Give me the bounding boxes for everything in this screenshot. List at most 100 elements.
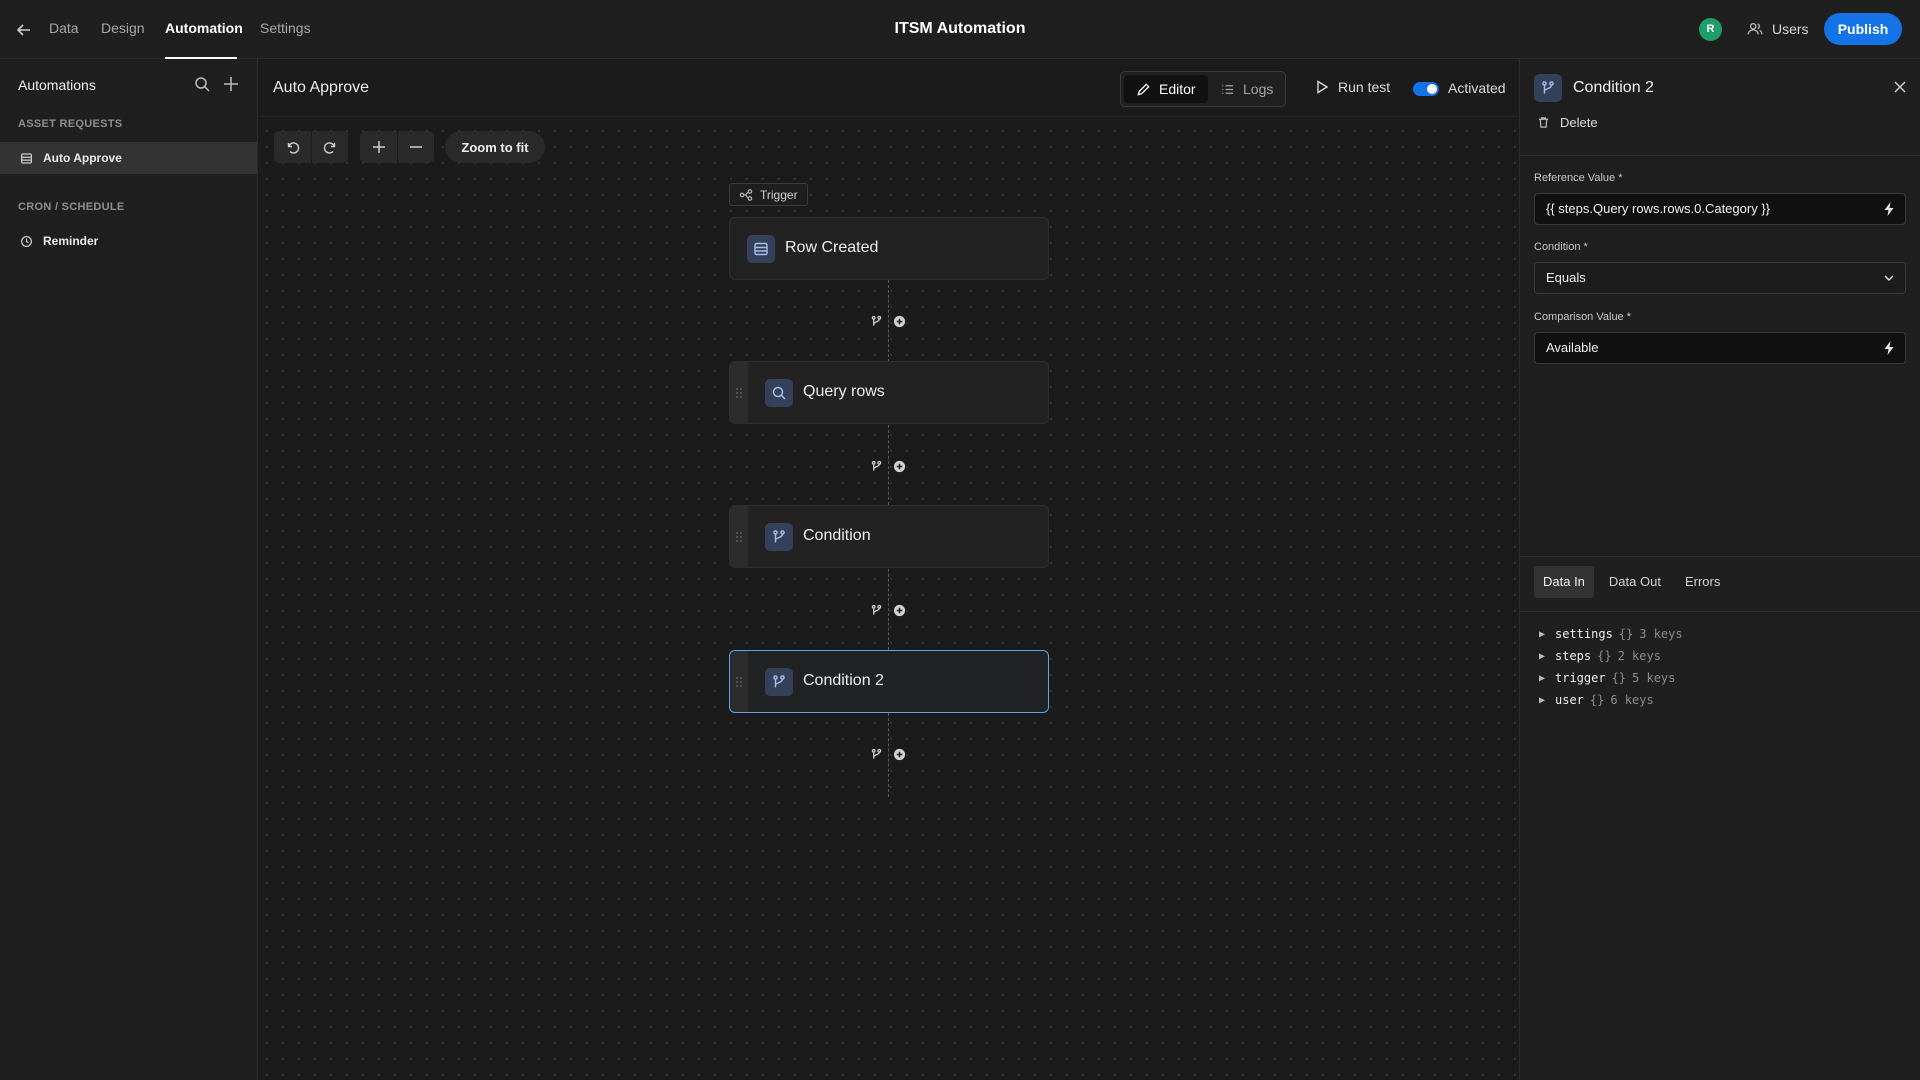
logs-label: Logs	[1243, 81, 1274, 97]
tree-count: 5 keys	[1632, 671, 1676, 685]
users-button[interactable]: Users	[1746, 16, 1809, 42]
users-label: Users	[1772, 21, 1809, 37]
condition-value: Equals	[1546, 270, 1586, 285]
node-label: Condition	[803, 527, 871, 544]
undo-icon	[287, 142, 299, 154]
step-node-condition[interactable]: Condition	[729, 505, 1049, 568]
add-step-controls	[869, 311, 915, 331]
section-cron-schedule: CRON / SCHEDULE	[18, 201, 125, 213]
reference-value-text: {{ steps.Query rows.rows.0.Category }}	[1546, 201, 1770, 216]
tree-count: 6 keys	[1610, 693, 1654, 707]
zoom-in-button[interactable]	[360, 131, 397, 163]
section-asset-requests: ASSET REQUESTS	[18, 118, 123, 130]
add-branch-icon[interactable]	[869, 603, 883, 617]
tree-row[interactable]: ▶ trigger {} 5 keys	[1539, 667, 1683, 689]
tree-row[interactable]: ▶ steps {} 2 keys	[1539, 645, 1683, 667]
tab-automation[interactable]: Automation	[165, 0, 243, 59]
sidebar-item-label: Reminder	[43, 234, 99, 248]
add-step-controls	[869, 744, 915, 764]
publish-button[interactable]: Publish	[1824, 13, 1902, 45]
tab-data-in[interactable]: Data In	[1534, 566, 1594, 598]
tree-key: trigger	[1555, 671, 1606, 685]
branch-icon	[765, 668, 793, 696]
tree-row[interactable]: ▶ settings {} 3 keys	[1539, 623, 1683, 645]
add-automation-icon[interactable]	[221, 74, 241, 94]
tab-errors[interactable]: Errors	[1676, 566, 1729, 598]
tree-key: steps	[1555, 649, 1592, 663]
bolt-icon[interactable]	[1881, 201, 1897, 217]
automation-canvas[interactable]: Auto Approve Editor Logs Run test Activa…	[259, 59, 1518, 1080]
sidebar-item-auto-approve[interactable]: Auto Approve	[0, 142, 257, 174]
add-step-icon[interactable]	[892, 314, 906, 328]
users-icon	[1747, 22, 1763, 35]
drag-handle-icon[interactable]	[730, 362, 748, 423]
node-label: Query rows	[803, 383, 885, 400]
step-node-row-created[interactable]: Row Created	[729, 217, 1049, 280]
trigger-icon	[739, 188, 753, 201]
caret-right-icon: ▶	[1539, 650, 1546, 662]
tree-type: {}	[1618, 627, 1634, 641]
drag-handle-icon[interactable]	[730, 506, 748, 567]
clock-icon	[21, 235, 32, 247]
zoom-tools	[360, 131, 434, 163]
tab-settings[interactable]: Settings	[260, 0, 311, 59]
zoom-to-fit-button[interactable]: Zoom to fit	[445, 131, 545, 163]
tree-type: {}	[1611, 671, 1627, 685]
add-branch-icon[interactable]	[869, 459, 883, 473]
bolt-icon[interactable]	[1881, 340, 1897, 356]
add-step-icon[interactable]	[892, 747, 906, 761]
add-branch-icon[interactable]	[869, 314, 883, 328]
branch-icon	[765, 523, 793, 551]
run-test-label: Run test	[1338, 79, 1391, 95]
drag-handle-icon[interactable]	[730, 651, 748, 712]
undo-button[interactable]	[274, 131, 311, 163]
search-icon	[765, 379, 793, 407]
sidebar-item-reminder[interactable]: Reminder	[0, 225, 257, 257]
comparison-value-input[interactable]: Available	[1534, 332, 1906, 364]
automations-sidebar: Automations ASSET REQUESTS Auto Approve …	[0, 59, 258, 1080]
reference-value-label: Reference Value *	[1534, 172, 1623, 184]
delete-button[interactable]: Delete	[1537, 115, 1598, 130]
condition-select[interactable]: Equals	[1534, 262, 1906, 294]
logs-button[interactable]: Logs	[1208, 75, 1285, 103]
search-icon[interactable]	[192, 74, 212, 94]
sidebar-title: Automations	[18, 77, 96, 93]
top-bar: Data Design Automation Settings ITSM Aut…	[0, 0, 1920, 59]
add-step-icon[interactable]	[892, 603, 906, 617]
tree-key: user	[1555, 693, 1584, 707]
add-branch-icon[interactable]	[869, 747, 883, 761]
reference-value-input[interactable]: {{ steps.Query rows.rows.0.Category }}	[1534, 193, 1906, 225]
step-settings-panel: Condition 2 Delete Reference Value * {{ …	[1519, 59, 1920, 1080]
trigger-chip-label: Trigger	[760, 187, 798, 202]
add-step-controls	[869, 456, 915, 476]
back-arrow-icon[interactable]	[14, 20, 34, 40]
zoom-out-button[interactable]	[397, 131, 434, 163]
divider	[1520, 556, 1920, 557]
table-icon	[21, 152, 32, 164]
caret-right-icon: ▶	[1539, 628, 1546, 640]
data-tree: ▶ settings {} 3 keys ▶ steps {} 2 keys ▶…	[1539, 623, 1683, 711]
editor-button[interactable]: Editor	[1124, 75, 1208, 103]
node-label: Row Created	[785, 239, 879, 256]
redo-icon	[323, 142, 336, 154]
tree-row[interactable]: ▶ user {} 6 keys	[1539, 689, 1683, 711]
tab-data[interactable]: Data	[49, 0, 79, 59]
branch-icon	[1534, 74, 1562, 102]
tab-data-out[interactable]: Data Out	[1600, 566, 1670, 598]
sidebar-item-label: Auto Approve	[43, 151, 122, 165]
play-icon	[1317, 80, 1329, 94]
step-node-condition-2[interactable]: Condition 2	[729, 650, 1049, 713]
add-step-icon[interactable]	[892, 459, 906, 473]
divider	[1520, 155, 1920, 156]
redo-button[interactable]	[311, 131, 348, 163]
tab-design[interactable]: Design	[101, 0, 145, 59]
tree-count: 2 keys	[1617, 649, 1661, 663]
close-icon[interactable]	[1890, 77, 1910, 97]
activated-toggle[interactable]	[1413, 82, 1439, 96]
plus-icon	[372, 141, 385, 153]
run-test-button[interactable]: Run test	[1315, 79, 1390, 95]
comparison-value-text: Available	[1546, 340, 1599, 355]
trash-icon	[1538, 117, 1549, 128]
step-node-query-rows[interactable]: Query rows	[729, 361, 1049, 424]
avatar[interactable]: R	[1699, 18, 1722, 41]
